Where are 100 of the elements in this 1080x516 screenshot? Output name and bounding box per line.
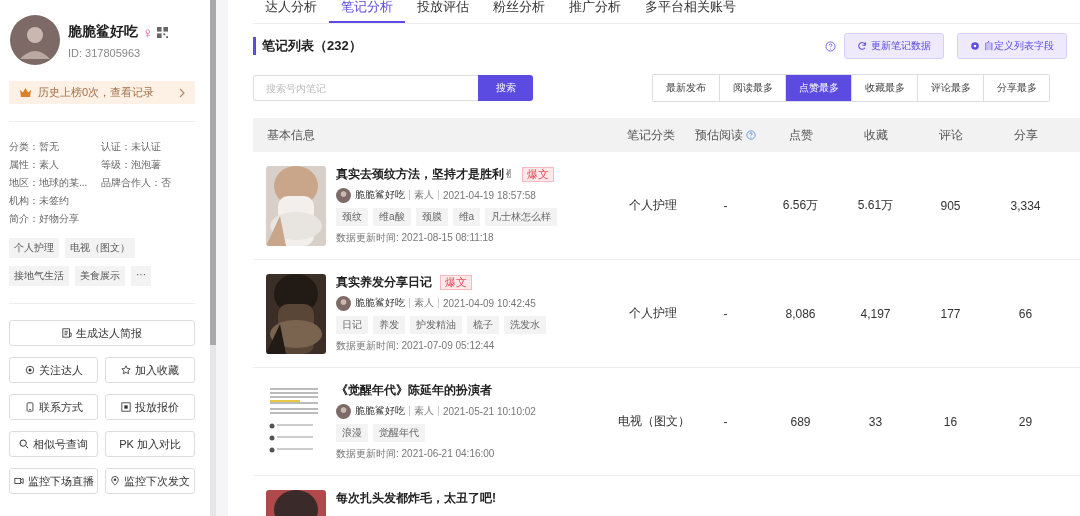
- table-cell: 177: [940, 306, 961, 321]
- history-ranking-bar[interactable]: 历史上榜0次，查看记录: [9, 81, 195, 104]
- note-tag: 浪漫: [336, 423, 368, 442]
- note-title[interactable]: 《觉醒年代》陈延年的扮演者: [336, 381, 492, 399]
- action-button[interactable]: 监控下次发文: [105, 468, 195, 494]
- chevron-right-icon: [179, 87, 185, 98]
- author-name[interactable]: 脆脆鲨好吃: [355, 188, 405, 202]
- publish-time: 2021-04-09 10:42:45: [443, 297, 536, 309]
- tab[interactable]: 粉丝分析: [481, 0, 557, 23]
- category-tag: ···: [131, 266, 151, 286]
- avatar: [10, 15, 60, 65]
- table-cell: 905: [940, 198, 961, 213]
- column-header: 笔记分类: [626, 126, 675, 144]
- scrollbar[interactable]: [210, 0, 216, 516]
- profile-info: 品牌合作人：否: [101, 176, 172, 190]
- video-camera-icon: [13, 476, 24, 486]
- note-tag: 日记: [336, 315, 368, 334]
- column-header: 分享: [1013, 126, 1038, 144]
- note-title[interactable]: 每次扎头发都炸毛，太丑了吧!: [336, 489, 496, 507]
- table-cell: 3,334: [1010, 198, 1041, 213]
- note-tag: 维a: [452, 207, 481, 226]
- profile-info: 机构：未签约: [9, 194, 70, 208]
- note-tag: 养发: [373, 315, 405, 334]
- table-cell: 个人护理: [629, 198, 677, 212]
- update-time: 数据更新时间: 2021-07-09 05:12:44: [336, 338, 496, 353]
- table-cell: 4,197: [860, 306, 891, 321]
- square-icon: [121, 402, 131, 412]
- location-pin-icon: [110, 476, 120, 486]
- table-cell: 16: [943, 414, 958, 429]
- note-tag: 觉醒年代: [373, 423, 425, 442]
- action-button[interactable]: 关注达人: [9, 357, 98, 383]
- tab[interactable]: 投放评估: [405, 0, 481, 23]
- action-button[interactable]: 联系方式: [9, 394, 98, 420]
- update-time: 数据更新时间: 2021-08-15 08:11:18: [336, 230, 495, 245]
- action-button[interactable]: 生成达人简报: [9, 320, 195, 346]
- table-cell: -: [723, 198, 728, 213]
- refresh-icon: [857, 41, 867, 51]
- author-type: 素人: [414, 296, 434, 310]
- refresh-data-button[interactable]: 更新笔记数据: [844, 33, 944, 59]
- profile-info: 地区：地球的某...: [9, 176, 89, 190]
- tab[interactable]: 推广分析: [557, 0, 633, 23]
- help-icon[interactable]: [825, 40, 836, 52]
- author-name[interactable]: 脆脆鲨好吃: [355, 404, 405, 418]
- category-tag: 接地气生活: [9, 266, 69, 286]
- phone-icon: [24, 402, 35, 412]
- action-button[interactable]: 相似号查询: [9, 431, 98, 457]
- category-tag: 美食展示: [75, 266, 125, 286]
- customize-columns-button[interactable]: 自定义列表字段: [957, 33, 1067, 59]
- table-cell: 8,086: [785, 306, 816, 321]
- column-header: 评论: [938, 126, 963, 144]
- qr-code-icon[interactable]: [157, 26, 169, 38]
- document-icon: [62, 328, 72, 338]
- publish-time: 2021-04-19 18:57:58: [443, 189, 536, 201]
- action-button[interactable]: 加入收藏: [105, 357, 195, 383]
- author-name[interactable]: 脆脆鲨好吃: [355, 296, 405, 310]
- table-cell: 个人护理: [629, 306, 677, 320]
- star-icon: [121, 365, 131, 375]
- gender-symbol: ♀: [142, 24, 154, 40]
- search-field[interactable]: 搜索号内笔记: [253, 75, 478, 101]
- note-title[interactable]: 真实养发分享日记: [336, 273, 432, 291]
- user-id: ID: 317805963: [68, 47, 142, 59]
- update-time: 数据更新时间: 2021-06-21 04:16:00: [336, 446, 496, 461]
- table-cell: 33: [868, 414, 883, 429]
- note-tag: 颈纹: [336, 207, 368, 226]
- crown-icon: [19, 87, 32, 98]
- avatar-icon: [336, 187, 351, 203]
- tab[interactable]: 笔记分析: [329, 0, 405, 23]
- search-button[interactable]: 搜索: [478, 75, 533, 101]
- sort-tab[interactable]: 分享最多: [983, 75, 1049, 101]
- column-header: 点赞: [788, 126, 813, 144]
- table-cell: 689: [790, 414, 811, 429]
- tab[interactable]: 多平台相关账号: [633, 0, 748, 23]
- note-title[interactable]: 真实去颈纹方法，坚持才是胜利✌: [336, 165, 515, 183]
- author-type: 素人: [414, 188, 434, 202]
- action-button[interactable]: 监控下场直播: [9, 468, 98, 494]
- hot-label: 爆文: [440, 274, 472, 290]
- action-button[interactable]: 投放报价: [105, 394, 195, 420]
- note-tag: 颈膜: [415, 207, 448, 226]
- action-button[interactable]: PK 加入对比: [105, 431, 195, 457]
- tab[interactable]: 达人分析: [253, 0, 329, 23]
- note-tag: 维a酸: [373, 207, 411, 226]
- column-header: 预估阅读: [695, 126, 743, 144]
- avatar-icon: [336, 295, 351, 311]
- table-cell: 66: [1018, 306, 1033, 321]
- scrollbar-thumb[interactable]: [210, 0, 216, 345]
- help-icon[interactable]: [746, 130, 756, 140]
- publish-time: 2021-05-21 10:10:02: [443, 405, 536, 417]
- section-title: 笔记列表（232）: [253, 37, 825, 55]
- table-cell: 5.61万: [857, 198, 894, 212]
- profile-info: 认证：未认证: [101, 140, 162, 154]
- note-tag: 凡士林怎么样: [485, 207, 558, 226]
- column-header: 收藏: [863, 126, 888, 144]
- user-name: 脆脆鲨好吃: [68, 23, 138, 41]
- category-tag: 电视（图文）: [65, 238, 135, 258]
- sort-tab[interactable]: 点赞最多: [785, 75, 851, 101]
- hot-label: 爆文: [522, 166, 555, 182]
- search-icon: [19, 439, 29, 449]
- profile-info: 属性：素人: [9, 158, 60, 172]
- table-cell: 29: [1018, 414, 1033, 429]
- profile-info: 等级：泡泡薯: [101, 158, 162, 172]
